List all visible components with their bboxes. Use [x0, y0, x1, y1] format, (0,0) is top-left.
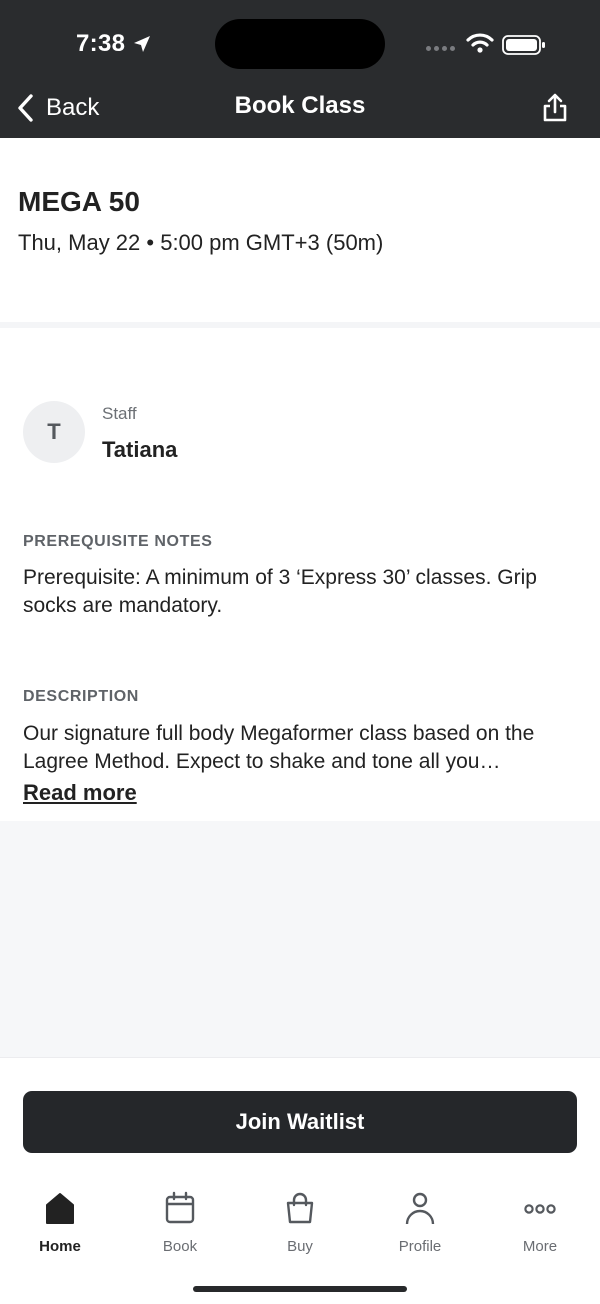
- dynamic-island: [215, 19, 385, 69]
- status-time: 7:38: [76, 30, 126, 57]
- calendar-icon: [165, 1191, 195, 1224]
- staff-avatar: T: [23, 401, 85, 463]
- prerequisite-text: Prerequisite: A minimum of 3 ‘Express 30…: [23, 566, 537, 617]
- prerequisite-heading: PREREQUISITE NOTES: [23, 533, 213, 550]
- read-more-link[interactable]: Read more: [23, 780, 137, 806]
- page-title: Book Class: [234, 92, 366, 119]
- class-name: MEGA 50: [18, 186, 140, 217]
- staff-label: Staff: [102, 404, 137, 423]
- tab-home[interactable]: Home: [0, 1190, 120, 1260]
- top-header: 7:38 Back Book Class: [0, 0, 600, 138]
- class-datetime: Thu, May 22 • 5:00 pm GMT+3 (50m): [18, 230, 384, 255]
- description-heading: DESCRIPTION: [23, 688, 139, 705]
- tab-label: Buy: [287, 1238, 313, 1255]
- tab-profile[interactable]: Profile: [360, 1190, 480, 1260]
- shopping-bag-icon: [286, 1192, 314, 1224]
- tab-label: Home: [39, 1238, 81, 1255]
- tab-label: More: [522, 1238, 558, 1255]
- more-dots-icon: [524, 1204, 556, 1214]
- tab-label: Profile: [398, 1238, 442, 1255]
- class-summary: MEGA 50 Thu, May 22 • 5:00 pm GMT+3 (50m…: [0, 138, 600, 324]
- wifi-icon: [466, 33, 494, 53]
- home-indicator: [193, 1286, 407, 1292]
- join-waitlist-button[interactable]: Join Waitlist: [23, 1091, 577, 1153]
- battery-icon: [502, 35, 545, 55]
- share-icon[interactable]: [540, 92, 570, 124]
- staff-name: Tatiana: [102, 437, 178, 462]
- cellular-signal-icon: [426, 46, 455, 51]
- location-arrow-icon: [134, 36, 150, 52]
- tab-book[interactable]: Book: [120, 1190, 240, 1260]
- section-divider: [0, 322, 600, 328]
- person-icon: [405, 1192, 435, 1225]
- tab-label: Book: [162, 1238, 198, 1255]
- bottom-tab-bar: Home Book Buy Profile More: [0, 1190, 600, 1260]
- tab-more[interactable]: More: [480, 1190, 600, 1260]
- tab-buy[interactable]: Buy: [240, 1190, 360, 1260]
- empty-content-area: [0, 821, 600, 1058]
- home-icon: [46, 1193, 74, 1224]
- description-text: Our signature full body Megaformer class…: [23, 722, 535, 773]
